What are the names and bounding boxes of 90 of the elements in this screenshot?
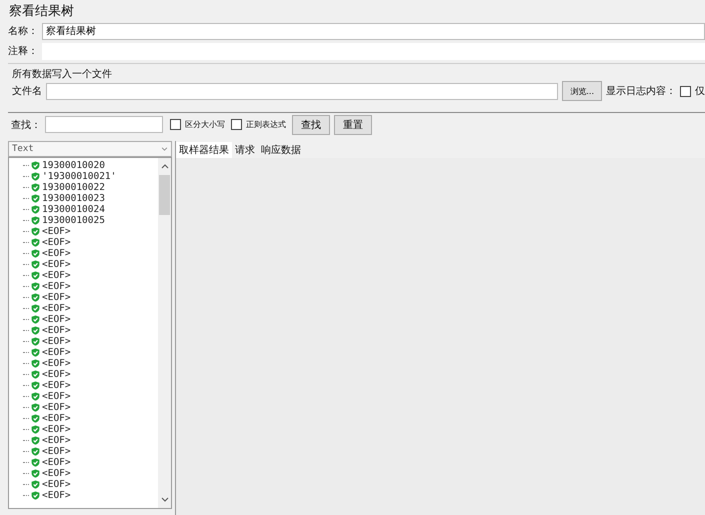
tree-item[interactable]: <EOF> bbox=[42, 325, 71, 336]
tree-item[interactable]: <EOF> bbox=[42, 490, 71, 501]
renderer-dropdown[interactable]: Text bbox=[8, 141, 172, 157]
tree-item[interactable]: <EOF> bbox=[42, 314, 71, 325]
shield-check-icon bbox=[31, 172, 40, 181]
tree-item[interactable]: <EOF> bbox=[42, 380, 71, 391]
tree-item[interactable]: <EOF> bbox=[42, 248, 71, 259]
case-label: 区分大小写 bbox=[185, 119, 225, 130]
shield-check-icon bbox=[31, 205, 40, 214]
tree-item[interactable]: <EOF> bbox=[42, 413, 71, 424]
scroll-up-icon[interactable] bbox=[160, 164, 168, 169]
shield-check-icon bbox=[31, 458, 40, 467]
only-checkbox[interactable] bbox=[680, 86, 691, 96]
search-label: 查找： bbox=[11, 118, 41, 132]
tree-item[interactable]: <EOF> bbox=[42, 402, 71, 413]
tab[interactable]: 请求 bbox=[232, 142, 258, 158]
shield-check-icon bbox=[31, 282, 40, 291]
tree-item[interactable]: <EOF> bbox=[42, 292, 71, 303]
find-button[interactable]: 查找 bbox=[292, 114, 330, 134]
tree-item[interactable]: <EOF> bbox=[42, 226, 71, 237]
shield-check-icon bbox=[31, 491, 40, 500]
shield-check-icon bbox=[31, 315, 40, 324]
tree-item[interactable]: <EOF> bbox=[42, 479, 71, 490]
shield-check-icon bbox=[31, 370, 40, 379]
tree-item[interactable]: 19300010020 bbox=[42, 160, 105, 171]
shield-check-icon bbox=[31, 293, 40, 302]
shield-check-icon bbox=[31, 469, 40, 478]
log-label: 显示日志内容： bbox=[606, 84, 676, 98]
tab[interactable]: 响应数据 bbox=[258, 142, 304, 158]
panel-title: 察看结果树 bbox=[8, 3, 75, 21]
tree-item[interactable]: <EOF> bbox=[42, 259, 71, 270]
reset-button[interactable]: 重置 bbox=[334, 114, 372, 134]
shield-check-icon bbox=[31, 359, 40, 368]
shield-check-icon bbox=[31, 436, 40, 445]
name-field[interactable]: 察看结果树 bbox=[42, 22, 705, 40]
shield-check-icon bbox=[31, 194, 40, 203]
shield-check-icon bbox=[31, 271, 40, 280]
case-checkbox[interactable] bbox=[170, 119, 181, 130]
tree-item[interactable]: <EOF> bbox=[42, 424, 71, 435]
filename-field[interactable] bbox=[46, 82, 558, 100]
shield-check-icon bbox=[31, 238, 40, 247]
tree-item[interactable]: 19300010025 bbox=[42, 215, 105, 226]
shield-check-icon bbox=[31, 260, 40, 269]
tree-item[interactable]: <EOF> bbox=[42, 336, 71, 347]
tree-item[interactable]: <EOF> bbox=[42, 457, 71, 468]
tree-item[interactable]: <EOF> bbox=[42, 270, 71, 281]
shield-check-icon bbox=[31, 216, 40, 225]
tree-item[interactable]: <EOF> bbox=[42, 391, 71, 402]
shield-check-icon bbox=[31, 227, 40, 236]
tree-item[interactable]: 19300010023 bbox=[42, 193, 105, 204]
scroll-thumb[interactable] bbox=[159, 175, 170, 215]
tree-item[interactable]: 19300010024 bbox=[42, 204, 105, 215]
scrollbar[interactable] bbox=[158, 158, 171, 508]
tree-item[interactable]: <EOF> bbox=[42, 468, 71, 479]
search-field[interactable] bbox=[45, 116, 163, 133]
shield-check-icon bbox=[31, 447, 40, 456]
shield-check-icon bbox=[31, 304, 40, 313]
only-label: 仅 bbox=[695, 85, 705, 98]
tree-item[interactable]: <EOF> bbox=[42, 435, 71, 446]
shield-check-icon bbox=[31, 403, 40, 412]
browse-button[interactable]: 浏览... bbox=[562, 81, 602, 101]
group-title: 所有数据写入一个文件 bbox=[12, 68, 113, 80]
tree-item[interactable]: <EOF> bbox=[42, 358, 71, 369]
tree-item[interactable]: <EOF> bbox=[42, 446, 71, 457]
name-label: 名称： bbox=[8, 25, 38, 38]
tree-item[interactable]: '19300010021' bbox=[42, 171, 116, 182]
shield-check-icon bbox=[31, 183, 40, 192]
shield-check-icon bbox=[31, 249, 40, 258]
tab[interactable]: 取样器结果 bbox=[176, 142, 232, 158]
shield-check-icon bbox=[31, 425, 40, 434]
chevron-down-icon bbox=[161, 147, 168, 151]
shield-check-icon bbox=[31, 392, 40, 401]
shield-check-icon bbox=[31, 326, 40, 335]
shield-check-icon bbox=[31, 161, 40, 170]
tree-item[interactable]: <EOF> bbox=[42, 237, 71, 248]
comment-label: 注释： bbox=[8, 44, 38, 58]
regex-checkbox[interactable] bbox=[231, 119, 242, 130]
shield-check-icon bbox=[31, 414, 40, 423]
shield-check-icon bbox=[31, 480, 40, 489]
scroll-down-icon[interactable] bbox=[160, 497, 168, 502]
shield-check-icon bbox=[31, 337, 40, 346]
shield-check-icon bbox=[31, 348, 40, 357]
tree-item[interactable]: <EOF> bbox=[42, 369, 71, 380]
tree-item[interactable]: 19300010022 bbox=[42, 182, 105, 193]
tree-item[interactable]: <EOF> bbox=[42, 347, 71, 358]
tree-item[interactable]: <EOF> bbox=[42, 281, 71, 292]
shield-check-icon bbox=[31, 381, 40, 390]
filename-label: 文件名 bbox=[12, 84, 42, 98]
tree-item[interactable]: <EOF> bbox=[42, 303, 71, 314]
regex-label: 正则表达式 bbox=[246, 119, 286, 130]
